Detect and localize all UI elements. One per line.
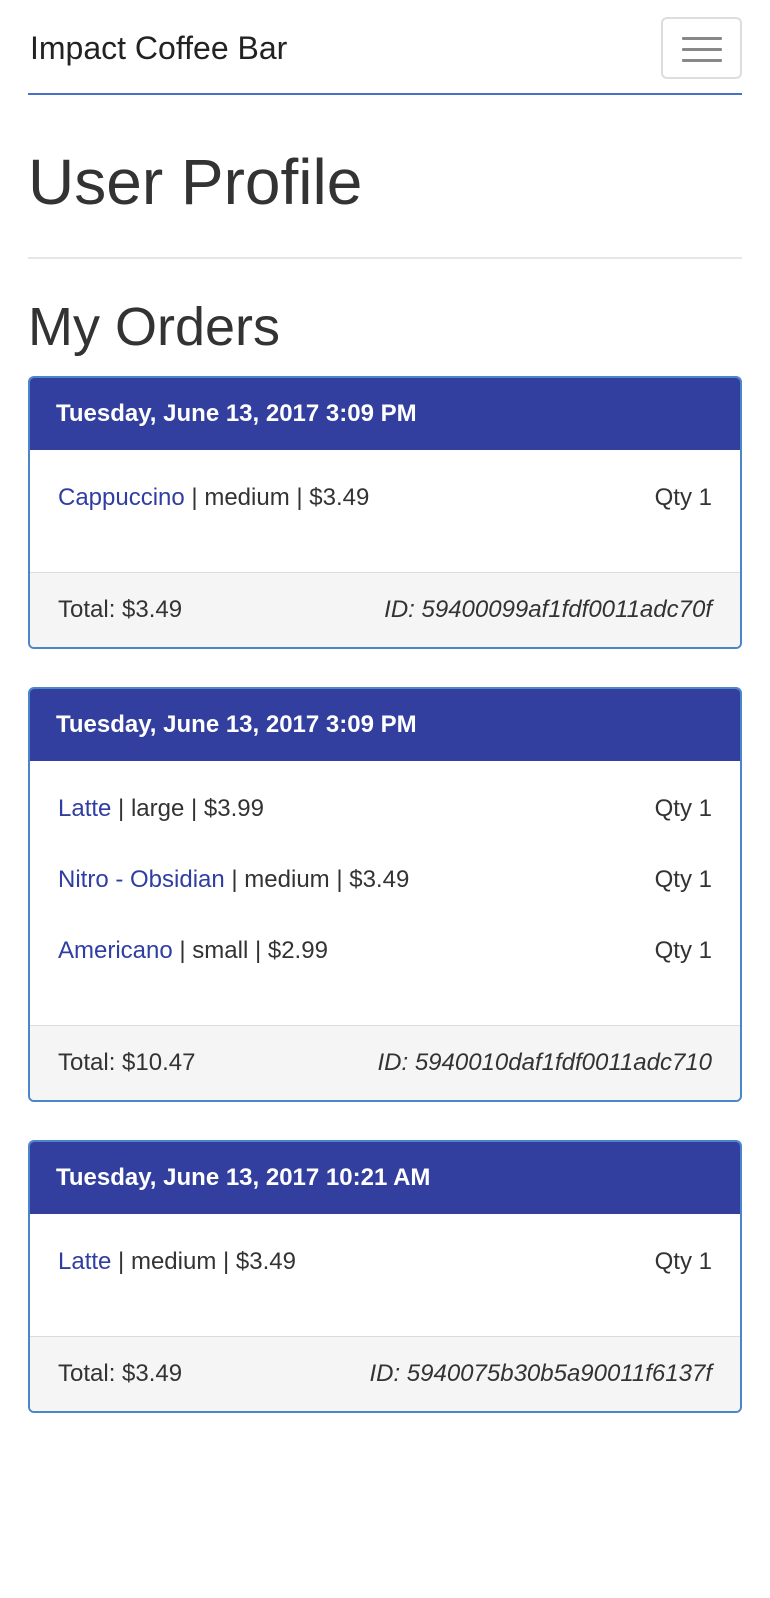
order-item: Cappuccino | medium | $3.49 Qty 1 (58, 480, 712, 516)
item-name-link[interactable]: Latte (58, 795, 111, 822)
item-detail: | medium | $3.49 (224, 866, 410, 893)
order-footer: Total: $10.47 ID: 5940010daf1fdf0011adc7… (30, 1026, 740, 1100)
item-detail: | small | $2.99 (172, 937, 328, 964)
item-qty: Qty 1 (654, 1248, 712, 1275)
order-item: Nitro - Obsidian | medium | $3.49 Qty 1 (58, 862, 712, 898)
item-qty: Qty 1 (654, 937, 712, 964)
order-date: Tuesday, June 13, 2017 10:21 AM (30, 1142, 740, 1214)
order-items: Latte | large | $3.99 Qty 1 Nitro - Obsi… (30, 761, 740, 1026)
order-item: Latte | medium | $3.49 Qty 1 (58, 1244, 712, 1280)
menu-toggle-button[interactable] (661, 17, 742, 79)
order-items: Latte | medium | $3.49 Qty 1 (30, 1214, 740, 1337)
order-item: Latte | large | $3.99 Qty 1 (58, 791, 712, 827)
section-title: My Orders (28, 297, 281, 357)
order-total: Total: $3.49 (58, 596, 183, 623)
item-name-link[interactable]: Americano (58, 937, 173, 964)
order-date: Tuesday, June 13, 2017 3:09 PM (30, 378, 740, 450)
order-id: ID: 5940075b30b5a90011f6137f (369, 1360, 712, 1387)
order-id: ID: 5940010daf1fdf0011adc710 (377, 1049, 712, 1076)
item-qty: Qty 1 (654, 795, 712, 822)
order-date: Tuesday, June 13, 2017 3:09 PM (30, 689, 740, 761)
navbar: Impact Coffee Bar (28, 0, 742, 95)
order-item: Americano | small | $2.99 Qty 1 (58, 933, 712, 969)
item-detail: | medium | $3.49 (111, 1248, 296, 1275)
order-card: Tuesday, June 13, 2017 3:09 PM Cappuccin… (28, 376, 742, 649)
order-footer: Total: $3.49 ID: 59400099af1fdf0011adc70… (30, 573, 740, 647)
order-card: Tuesday, June 13, 2017 3:09 PM Latte | l… (28, 687, 742, 1102)
order-total: Total: $10.47 (58, 1049, 196, 1076)
order-total: Total: $3.49 (58, 1360, 183, 1387)
item-name-link[interactable]: Nitro - Obsidian (58, 866, 225, 893)
order-id: ID: 59400099af1fdf0011adc70f (384, 596, 712, 623)
page: Impact Coffee Bar User Profile My Orders… (0, 0, 770, 1598)
item-qty: Qty 1 (654, 484, 712, 511)
title-divider (28, 257, 742, 259)
item-name-link[interactable]: Latte (58, 1248, 111, 1275)
item-detail: | large | $3.99 (111, 795, 264, 822)
order-card: Tuesday, June 13, 2017 10:21 AM Latte | … (28, 1140, 742, 1413)
page-title: User Profile (28, 146, 363, 218)
item-detail: | medium | $3.49 (184, 484, 370, 511)
item-qty: Qty 1 (654, 866, 712, 893)
order-footer: Total: $3.49 ID: 5940075b30b5a90011f6137… (30, 1337, 740, 1411)
brand-link[interactable]: Impact Coffee Bar (30, 28, 287, 68)
orders-list: Tuesday, June 13, 2017 3:09 PM Cappuccin… (28, 376, 742, 1451)
order-items: Cappuccino | medium | $3.49 Qty 1 (30, 450, 740, 573)
item-name-link[interactable]: Cappuccino (58, 484, 185, 511)
